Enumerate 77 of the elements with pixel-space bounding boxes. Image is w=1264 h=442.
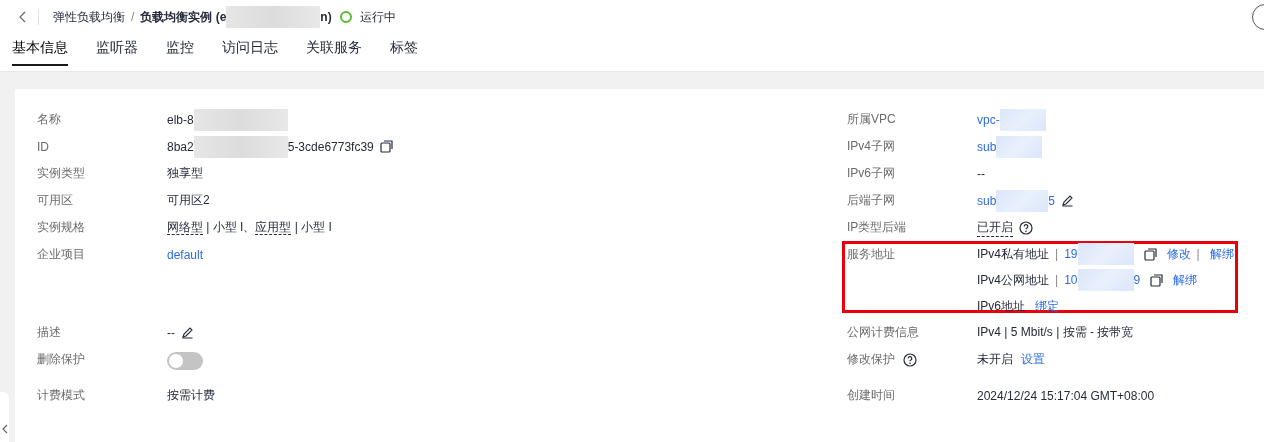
tab[interactable]: 监听器	[96, 34, 138, 64]
field-link[interactable]: 5	[1048, 193, 1056, 208]
action-link[interactable]: 解绑	[1173, 271, 1198, 289]
copy-icon[interactable]	[379, 140, 393, 153]
field-label: 实例类型	[37, 165, 85, 182]
field-value: 已开启	[977, 218, 1013, 237]
breadcrumb-link[interactable]: 弹性负载均衡	[53, 8, 125, 26]
field-value: 独享型	[167, 165, 203, 182]
field-value: 2024/12/24 15:17:04 GMT+08:00	[977, 388, 1155, 403]
blurred-region	[1077, 269, 1134, 291]
field-label: 创建时间	[847, 387, 895, 404]
tab[interactable]: 基本信息	[12, 34, 68, 66]
blurred-region	[996, 189, 1049, 212]
field-label: 后端子网	[847, 192, 895, 209]
collapse-handle[interactable]	[0, 392, 9, 442]
field-label: 描述	[37, 324, 61, 341]
field-label: 实例规格	[37, 219, 85, 236]
field-value: 未开启	[977, 351, 1013, 368]
toggle-switch[interactable]	[167, 351, 203, 370]
address-link[interactable]: 9	[1133, 273, 1141, 287]
page-title: n)	[320, 10, 332, 24]
field-label: ID	[37, 139, 49, 154]
address-link[interactable]: 19	[1064, 247, 1078, 261]
field-label: 名称	[37, 111, 61, 128]
copy-icon[interactable]	[1143, 247, 1157, 261]
settings-link[interactable]: 设置	[1021, 351, 1045, 368]
field-value: --	[167, 325, 175, 340]
blurred-region	[1077, 243, 1134, 265]
action-link[interactable]: 绑定	[1035, 297, 1059, 315]
pencil-icon[interactable]	[1061, 194, 1075, 207]
field-value: 可用区2	[167, 192, 210, 209]
tab[interactable]: 监控	[166, 34, 194, 64]
spec-value: 网络型 | 小型 I、应用型 | 小型 I	[167, 219, 332, 236]
field-value: --	[977, 166, 985, 181]
divider-text: |	[1055, 273, 1059, 287]
breadcrumb-separator: /	[131, 10, 135, 24]
field-label: 公网计费信息	[847, 324, 919, 341]
tab[interactable]: 标签	[390, 34, 418, 64]
divider-text: |	[1196, 247, 1200, 261]
status-icon	[339, 11, 352, 23]
field-value: IPv4 | 5 Mbit/s | 按需 - 按带宽	[977, 324, 1134, 341]
help-icon[interactable]	[903, 352, 917, 367]
field-value: 5-3cde6773fc39	[287, 139, 374, 154]
divider-text: |	[1055, 247, 1059, 261]
status-text: 运行中	[359, 8, 396, 26]
field-value: 按需计费	[167, 387, 215, 404]
field-label: IP类型后端	[847, 219, 907, 236]
field-label: 服务地址	[847, 246, 895, 263]
blurred-region	[999, 108, 1046, 131]
tab[interactable]: 访问日志	[222, 34, 278, 64]
field-value: 8ba2	[167, 139, 194, 154]
field-value: elb-8	[167, 112, 194, 127]
field-label: 修改保护	[847, 351, 895, 368]
field-link[interactable]: sub	[977, 139, 997, 154]
field-link[interactable]: vpc-	[977, 112, 1000, 127]
blurred-region	[996, 135, 1043, 158]
action-link[interactable]: 修改	[1166, 245, 1191, 263]
tab[interactable]: 关联服务	[306, 34, 362, 64]
pencil-icon[interactable]	[181, 326, 194, 339]
field-label: IPv6子网	[847, 165, 895, 182]
field-link[interactable]: sub	[977, 193, 997, 208]
field-label: 计费模式	[37, 387, 85, 404]
address-label: IPv4公网地址	[977, 271, 1049, 289]
back-icon[interactable]	[18, 11, 26, 23]
field-label: IPv4子网	[847, 138, 895, 155]
help-icon[interactable]	[1019, 220, 1033, 235]
page-title: 负载均衡实例 (e	[140, 8, 227, 26]
action-link[interactable]: 解绑	[1209, 245, 1234, 263]
address-link[interactable]: 10	[1064, 273, 1078, 287]
address-label: IPv4私有地址	[977, 245, 1049, 263]
field-label: 企业项目	[37, 246, 85, 263]
address-label: IPv6地址	[977, 297, 1025, 315]
field-label: 所属VPC	[847, 111, 896, 128]
field-label: 可用区	[37, 192, 73, 209]
field-link[interactable]: default	[167, 247, 204, 262]
field-label: 删除保护	[37, 351, 85, 368]
copy-icon[interactable]	[1150, 273, 1164, 287]
